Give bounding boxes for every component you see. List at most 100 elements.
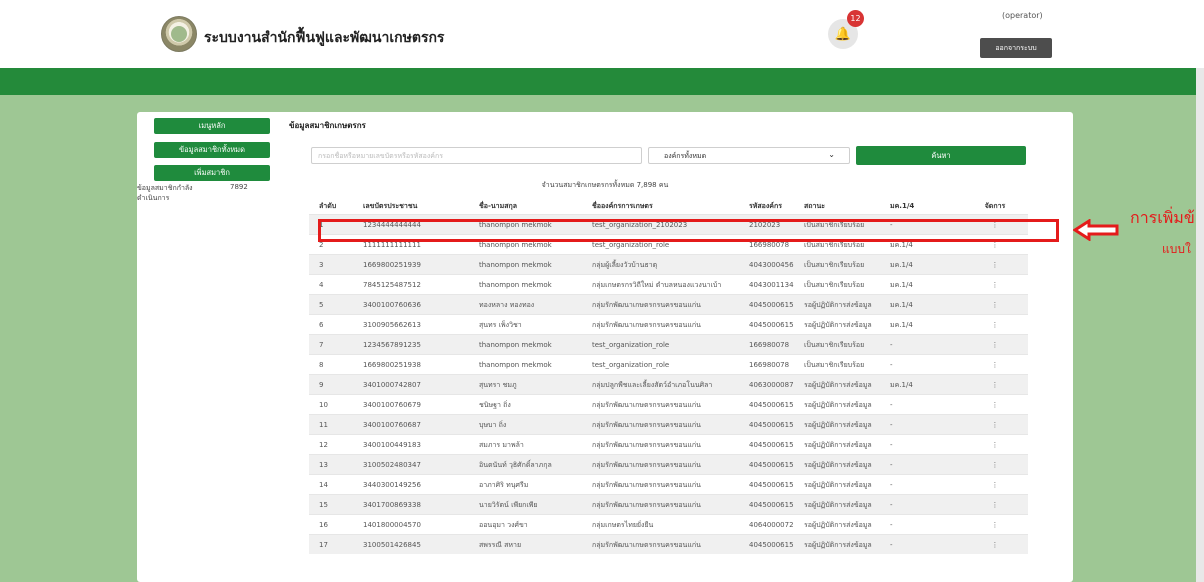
cell-no: 16 bbox=[319, 521, 328, 529]
cell-status: รอผู้ปฏิบัติการส่งข้อมูล bbox=[804, 541, 872, 549]
total-members-text: จำนวนสมาชิกเกษตรกรทั้งหมด 7,898 คน bbox=[541, 181, 669, 189]
cell-no: 9 bbox=[319, 381, 324, 389]
cell-status: รอผู้ปฏิบัติการส่งข้อมูล bbox=[804, 461, 872, 469]
cell-name: บุษบา ถิ่ง bbox=[479, 421, 507, 429]
cell-no: 17 bbox=[319, 541, 328, 549]
cell-name: ทองหลาง ทองทอง bbox=[479, 301, 535, 309]
cell-name: นายวิรัตน์ เพียกเพีย bbox=[479, 501, 538, 509]
row-menu-icon[interactable]: ⋮ bbox=[980, 395, 1010, 415]
cell-id-card: 3440300149256 bbox=[363, 481, 421, 489]
row-menu-icon[interactable]: ⋮ bbox=[980, 315, 1010, 335]
sidebar-item-add-member[interactable]: เพิ่มสมาชิก bbox=[154, 165, 270, 181]
table-row[interactable]: 16 1401800004570 ออนอุมา วงศ์ขา กลุ่มเกษตรไ… bbox=[309, 514, 1028, 534]
cell-org-code: 166980078 bbox=[749, 361, 790, 369]
row-menu-icon[interactable]: ⋮ bbox=[980, 255, 1010, 275]
cell-status: เป็นสมาชิกเรียบร้อย bbox=[804, 361, 865, 369]
cell-status: รอผู้ปฏิบัติการส่งข้อมูล bbox=[804, 401, 872, 409]
table-row[interactable]: 12 3400100449183 สมภาร มาพล้า กลุ่มรักพัฒนา… bbox=[309, 434, 1028, 454]
cell-mk14: มค.1/4 bbox=[890, 281, 913, 289]
row-menu-icon[interactable]: ⋮ bbox=[980, 275, 1010, 295]
sidebar-item-all-members[interactable]: ข้อมูลสมาชิกทั้งหมด bbox=[154, 142, 270, 158]
organization-select[interactable]: องค์กรทั้งหมด ⌄ bbox=[648, 147, 850, 164]
logo-emblem bbox=[171, 26, 187, 42]
cell-name: สมภาร มาพล้า bbox=[479, 441, 524, 449]
cell-no: 15 bbox=[319, 501, 328, 509]
table-row[interactable]: 7 1234567891235 thanompon mekmok test_organ… bbox=[309, 334, 1028, 354]
table-row[interactable]: 13 3100502480347 อินตนันท์ วุธิศักดิ์ลาภกุ… bbox=[309, 454, 1028, 474]
cell-no: 12 bbox=[319, 441, 328, 449]
cell-org-code: 4045000615 bbox=[749, 441, 794, 449]
cell-id-card: 3400100449183 bbox=[363, 441, 421, 449]
cell-name: thanompon mekmok bbox=[479, 261, 552, 269]
table-row[interactable]: 10 3400100760679 ชนิษฐา ถิ่ง กลุ่มรักพัฒนาเ… bbox=[309, 394, 1028, 414]
cell-mk14: - bbox=[890, 481, 893, 489]
column-header-mk14: มค.1/4 bbox=[890, 202, 915, 210]
top-header: ระบบงานสำนักฟื้นฟูและพัฒนาเกษตรกร 🔔 12 (… bbox=[0, 0, 1204, 68]
table-row[interactable]: 9 3401000742807 สุนทรา ชมภู กลุ่มปลูกพืชและ… bbox=[309, 374, 1028, 394]
table-row[interactable]: 14 3440300149256 อาภาศิริ ทนุศรีม กลุ่มรักพ… bbox=[309, 474, 1028, 494]
row-menu-icon[interactable]: ⋮ bbox=[980, 455, 1010, 475]
cell-organization: test_organization_role bbox=[592, 361, 670, 369]
row-menu-icon[interactable]: ⋮ bbox=[980, 375, 1010, 395]
search-input[interactable] bbox=[311, 147, 642, 164]
cell-name: อินตนันท์ วุธิศักดิ์ลาภกุล bbox=[479, 461, 552, 469]
cell-no: 6 bbox=[319, 321, 324, 329]
cell-status: เป็นสมาชิกเรียบร้อย bbox=[804, 261, 865, 269]
column-header-manage: จัดการ bbox=[984, 202, 1006, 210]
row-menu-icon[interactable]: ⋮ bbox=[980, 475, 1010, 495]
cell-organization: กลุ่มรักพัฒนาเกษตรกรนครขอนแก่น bbox=[592, 461, 701, 469]
table-row[interactable]: 8 1669800251938 thanompon mekmok test_organ… bbox=[309, 354, 1028, 374]
sidebar-item-main-menu[interactable]: เมนูหลัก bbox=[154, 118, 270, 134]
cell-id-card: 1234567891235 bbox=[363, 341, 421, 349]
window-scrollbar[interactable] bbox=[1196, 68, 1204, 582]
cell-mk14: - bbox=[890, 501, 893, 509]
table-row[interactable]: 17 3100501426845 สพรรณี สหาย กลุ่มรักพัฒนาเ… bbox=[309, 534, 1028, 554]
cell-status: รอผู้ปฏิบัติการส่งข้อมูล bbox=[804, 501, 872, 509]
cell-mk14: มค.1/4 bbox=[890, 261, 913, 269]
search-button[interactable]: ค้นหา bbox=[856, 146, 1026, 165]
row-menu-icon[interactable]: ⋮ bbox=[980, 435, 1010, 455]
table-body: 1 1234444444444 thanompon mekmok test_organ… bbox=[309, 214, 1028, 554]
cell-org-code: 4063000087 bbox=[749, 381, 794, 389]
cell-id-card: 3400100760679 bbox=[363, 401, 421, 409]
cell-id-card: 7845125487512 bbox=[363, 281, 421, 289]
cell-status: รอผู้ปฏิบัติการส่งข้อมูล bbox=[804, 521, 872, 529]
header-green-band bbox=[0, 68, 1204, 95]
row-menu-icon[interactable]: ⋮ bbox=[980, 335, 1010, 355]
column-header-status: สถานะ bbox=[804, 202, 825, 210]
row-menu-icon[interactable]: ⋮ bbox=[980, 515, 1010, 535]
cell-org-code: 4045000615 bbox=[749, 481, 794, 489]
cell-name: สุนทร เพ็งวิชา bbox=[479, 321, 522, 329]
cell-status: เป็นสมาชิกเรียบร้อย bbox=[804, 281, 865, 289]
cell-mk14: - bbox=[890, 441, 893, 449]
cell-name: อาภาศิริ ทนุศรีม bbox=[479, 481, 529, 489]
table-header-row: ลำดับ เลขบัตรประชาชน ชื่อ-นามสกุล ชื่ออง… bbox=[309, 198, 1028, 214]
row-menu-icon[interactable]: ⋮ bbox=[980, 355, 1010, 375]
cell-organization: กลุ่มรักพัฒนาเกษตรกรนครขอนแก่น bbox=[592, 301, 701, 309]
cell-org-code: 4045000615 bbox=[749, 541, 794, 549]
row-menu-icon[interactable]: ⋮ bbox=[980, 535, 1010, 555]
table-row[interactable]: 5 3400100760636 ทองหลาง ทองทอง กลุ่มรักพัฒน… bbox=[309, 294, 1028, 314]
row-menu-icon[interactable]: ⋮ bbox=[980, 295, 1010, 315]
table-row[interactable]: 15 3401700869338 นายวิรัตน์ เพียกเพีย กลุ่ม… bbox=[309, 494, 1028, 514]
cell-no: 13 bbox=[319, 461, 328, 469]
cell-organization: กลุ่มรักพัฒนาเกษตรกรนครขอนแก่น bbox=[592, 541, 701, 549]
table-row[interactable]: 11 3400100760687 บุษบา ถิ่ง กลุ่มรักพัฒนาเก… bbox=[309, 414, 1028, 434]
content-panel: เมนูหลัก ข้อมูลสมาชิกทั้งหมด เพิ่มสมาชิก… bbox=[137, 112, 1073, 582]
table-row[interactable]: 6 3100905662613 สุนทร เพ็งวิชา กลุ่มรักพัฒน… bbox=[309, 314, 1028, 334]
cell-status: รอผู้ปฏิบัติการส่งข้อมูล bbox=[804, 421, 872, 429]
app-title: ระบบงานสำนักฟื้นฟูและพัฒนาเกษตรกร bbox=[204, 30, 445, 46]
organization-select-value: องค์กรทั้งหมด bbox=[664, 152, 707, 160]
cell-id-card: 1669800251939 bbox=[363, 261, 421, 269]
cell-id-card: 3400100760636 bbox=[363, 301, 421, 309]
annotation-text: การเพิ่มข้ bbox=[1130, 208, 1195, 227]
cell-name: thanompon mekmok bbox=[479, 341, 552, 349]
logout-button[interactable]: ออกจากระบบ bbox=[980, 38, 1052, 58]
cell-name: ชนิษฐา ถิ่ง bbox=[479, 401, 511, 409]
table-row[interactable]: 3 1669800251939 thanompon mekmok กลุ่มผู้เล… bbox=[309, 254, 1028, 274]
table-row[interactable]: 4 7845125487512 thanompon mekmok กลุ่มเกษตร… bbox=[309, 274, 1028, 294]
row-menu-icon[interactable]: ⋮ bbox=[980, 495, 1010, 515]
cell-mk14: - bbox=[890, 461, 893, 469]
cell-mk14: มค.1/4 bbox=[890, 321, 913, 329]
row-menu-icon[interactable]: ⋮ bbox=[980, 415, 1010, 435]
